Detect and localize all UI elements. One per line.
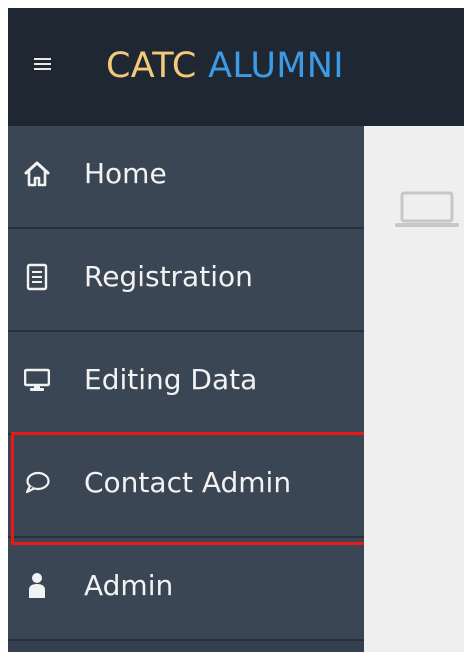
- main-content: [364, 126, 464, 652]
- sidebar-item-label: Contact Admin: [84, 466, 292, 499]
- sidebar: Home Registration Editing Data Contact A…: [8, 126, 364, 652]
- home-icon: [24, 160, 50, 188]
- sidebar-item-label: Editing Data: [84, 363, 258, 396]
- sidebar-item-registration[interactable]: Registration: [8, 229, 364, 332]
- laptop-icon: [394, 190, 464, 234]
- brand-logo[interactable]: CATC ALUMNI: [106, 46, 344, 86]
- top-bar: CATC ALUMNI: [8, 8, 464, 126]
- app-frame: CATC ALUMNI Home Registration Editing Da…: [8, 8, 464, 652]
- sidebar-item-label: Admin: [84, 569, 174, 602]
- sidebar-item-admin[interactable]: Admin: [8, 538, 364, 641]
- sidebar-item-editing-data[interactable]: Editing Data: [8, 332, 364, 435]
- sidebar-item-contact-admin[interactable]: Contact Admin: [8, 435, 364, 538]
- brand-name-part1: CATC: [106, 46, 197, 86]
- sidebar-item-label: Home: [84, 157, 167, 190]
- sidebar-item-home[interactable]: Home: [8, 126, 364, 229]
- user-icon: [24, 572, 50, 600]
- monitor-icon: [23, 366, 51, 394]
- brand-name-part2: ALUMNI: [208, 46, 344, 86]
- sidebar-item-label: Registration: [84, 260, 253, 293]
- hamburger-menu-icon[interactable]: [34, 58, 51, 72]
- chat-bubble-icon: [24, 469, 50, 497]
- document-icon: [24, 263, 50, 291]
